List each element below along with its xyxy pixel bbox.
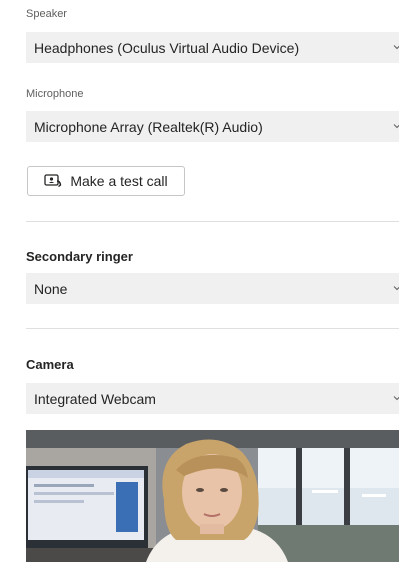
camera-preview-image (26, 430, 399, 562)
camera-select[interactable]: Integrated Webcam (26, 383, 399, 414)
section-divider (26, 221, 399, 222)
microphone-select[interactable]: Microphone Array (Realtek(R) Audio) (26, 111, 399, 142)
speaker-select[interactable]: Headphones (Oculus Virtual Audio Device) (26, 32, 399, 63)
chevron-down-icon (393, 124, 399, 129)
chevron-down-icon (393, 396, 399, 401)
secondary-ringer-select-value: None (34, 280, 68, 297)
microphone-select-value: Microphone Array (Realtek(R) Audio) (34, 118, 263, 135)
device-settings-panel: Speaker Headphones (Oculus Virtual Audio… (26, 0, 399, 562)
microphone-label: Microphone (26, 88, 84, 100)
secondary-ringer-title: Secondary ringer (26, 249, 133, 264)
test-call-icon (44, 174, 62, 188)
make-test-call-label: Make a test call (70, 173, 168, 189)
make-test-call-button[interactable]: Make a test call (27, 166, 185, 196)
speaker-select-value: Headphones (Oculus Virtual Audio Device) (34, 39, 300, 56)
camera-preview (26, 430, 399, 562)
chevron-down-icon (393, 45, 399, 50)
camera-select-value: Integrated Webcam (34, 390, 156, 407)
section-divider (26, 328, 399, 329)
chevron-down-icon (393, 286, 399, 291)
secondary-ringer-select[interactable]: None (26, 273, 399, 304)
speaker-label: Speaker (26, 8, 67, 20)
camera-title: Camera (26, 357, 74, 372)
